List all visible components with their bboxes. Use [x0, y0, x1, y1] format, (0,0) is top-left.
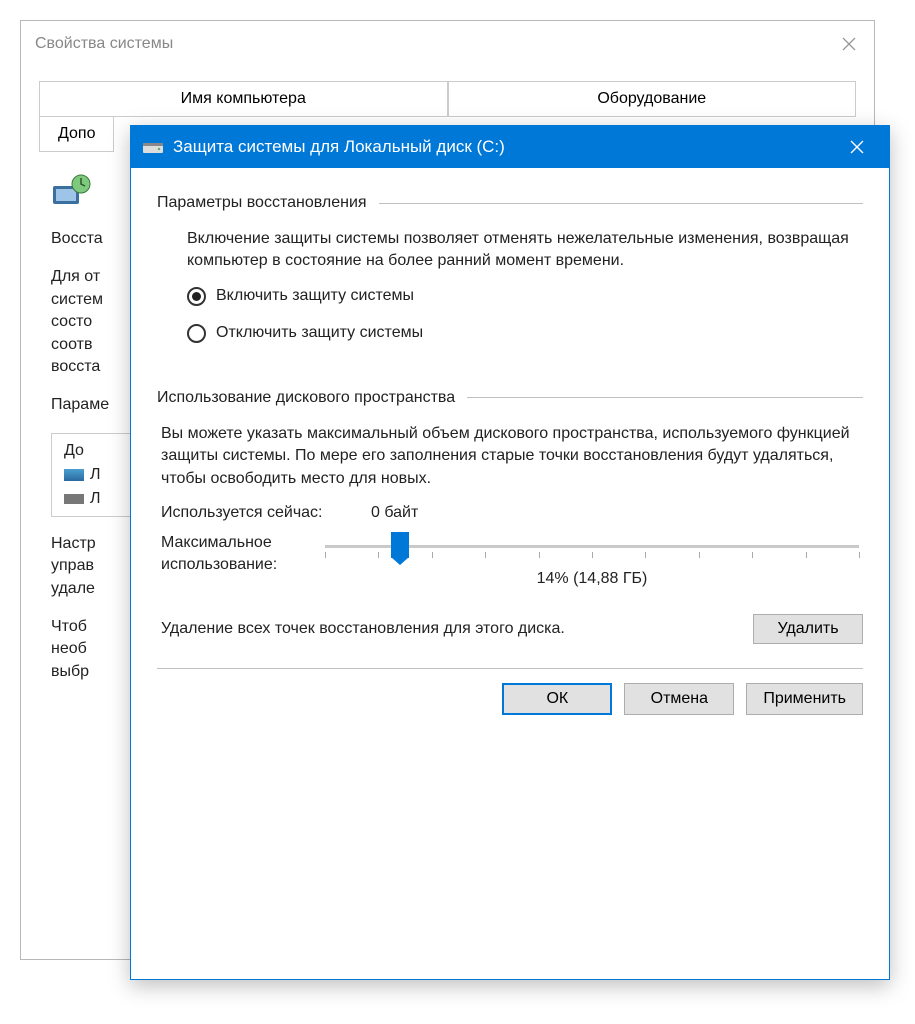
drive-icon: [143, 139, 163, 155]
section-disk-usage-body: Вы можете указать максимальный объем дис…: [157, 423, 863, 644]
current-usage-value: 0 байт: [371, 504, 418, 522]
restore-settings-description: Включение защиты системы позволяет отмен…: [187, 228, 863, 273]
tab-hardware[interactable]: Оборудование: [448, 81, 857, 116]
dialog-titlebar: Защита системы для Локальный диск (C:): [131, 126, 889, 168]
section-restore-settings-body: Включение защиты системы позволяет отмен…: [157, 228, 863, 343]
section-restore-settings-title: Параметры восстановления: [157, 194, 367, 212]
drive-icon: [64, 469, 84, 481]
tab-advanced[interactable]: Допо: [39, 117, 114, 152]
radio-disable-label: Отключить защиту системы: [216, 324, 423, 342]
tab-computer-name[interactable]: Имя компьютера: [39, 81, 448, 116]
slider-readout: 14% (14,88 ГБ): [321, 570, 863, 588]
divider: [467, 397, 863, 398]
radio-disable-protection[interactable]: Отключить защиту системы: [187, 324, 863, 343]
dialog-title: Защита системы для Локальный диск (C:): [173, 137, 837, 157]
max-usage-label: Максимальное использование:: [161, 532, 321, 577]
current-usage-row: Используется сейчас: 0 байт: [161, 504, 863, 522]
slider-track: [325, 538, 859, 556]
bg-window-title: Свойства системы: [35, 35, 173, 53]
bg-titlebar: Свойства системы: [21, 21, 874, 66]
bg-drive1-label: Л: [90, 466, 101, 484]
disk-usage-description: Вы можете указать максимальный объем дис…: [161, 423, 863, 490]
dialog-button-bar: ОК Отмена Применить: [157, 683, 863, 715]
dialog-body: Параметры восстановления Включение защит…: [131, 168, 889, 729]
max-usage-row: Максимальное использование:: [161, 532, 863, 588]
radio-icon: [187, 324, 206, 343]
section-restore-settings-header: Параметры восстановления: [157, 194, 863, 212]
current-usage-label: Используется сейчас:: [161, 504, 371, 522]
slider-thumb[interactable]: [391, 532, 409, 558]
ok-button[interactable]: ОК: [502, 683, 612, 715]
radio-enable-label: Включить защиту системы: [216, 287, 414, 305]
divider: [157, 668, 863, 669]
delete-row: Удаление всех точек восстановления для э…: [161, 614, 863, 644]
radio-icon: [187, 287, 206, 306]
close-button[interactable]: [837, 126, 877, 168]
drive-icon: [64, 494, 84, 504]
delete-button[interactable]: Удалить: [753, 614, 863, 644]
delete-description: Удаление всех точек восстановления для э…: [161, 618, 753, 640]
system-protection-icon: [51, 172, 95, 212]
apply-button[interactable]: Применить: [746, 683, 863, 715]
section-disk-usage-title: Использование дискового пространства: [157, 389, 455, 407]
system-protection-dialog: Защита системы для Локальный диск (C:) П…: [130, 125, 890, 980]
section-disk-usage-header: Использование дискового пространства: [157, 389, 863, 407]
divider: [379, 203, 863, 204]
bg-tabs-row1: Имя компьютера Оборудование: [39, 81, 856, 117]
max-usage-slider[interactable]: 14% (14,88 ГБ): [321, 532, 863, 588]
radio-enable-protection[interactable]: Включить защиту системы: [187, 287, 863, 306]
close-icon[interactable]: [838, 33, 860, 55]
bg-drive2-label: Л: [90, 490, 101, 508]
cancel-button[interactable]: Отмена: [624, 683, 734, 715]
